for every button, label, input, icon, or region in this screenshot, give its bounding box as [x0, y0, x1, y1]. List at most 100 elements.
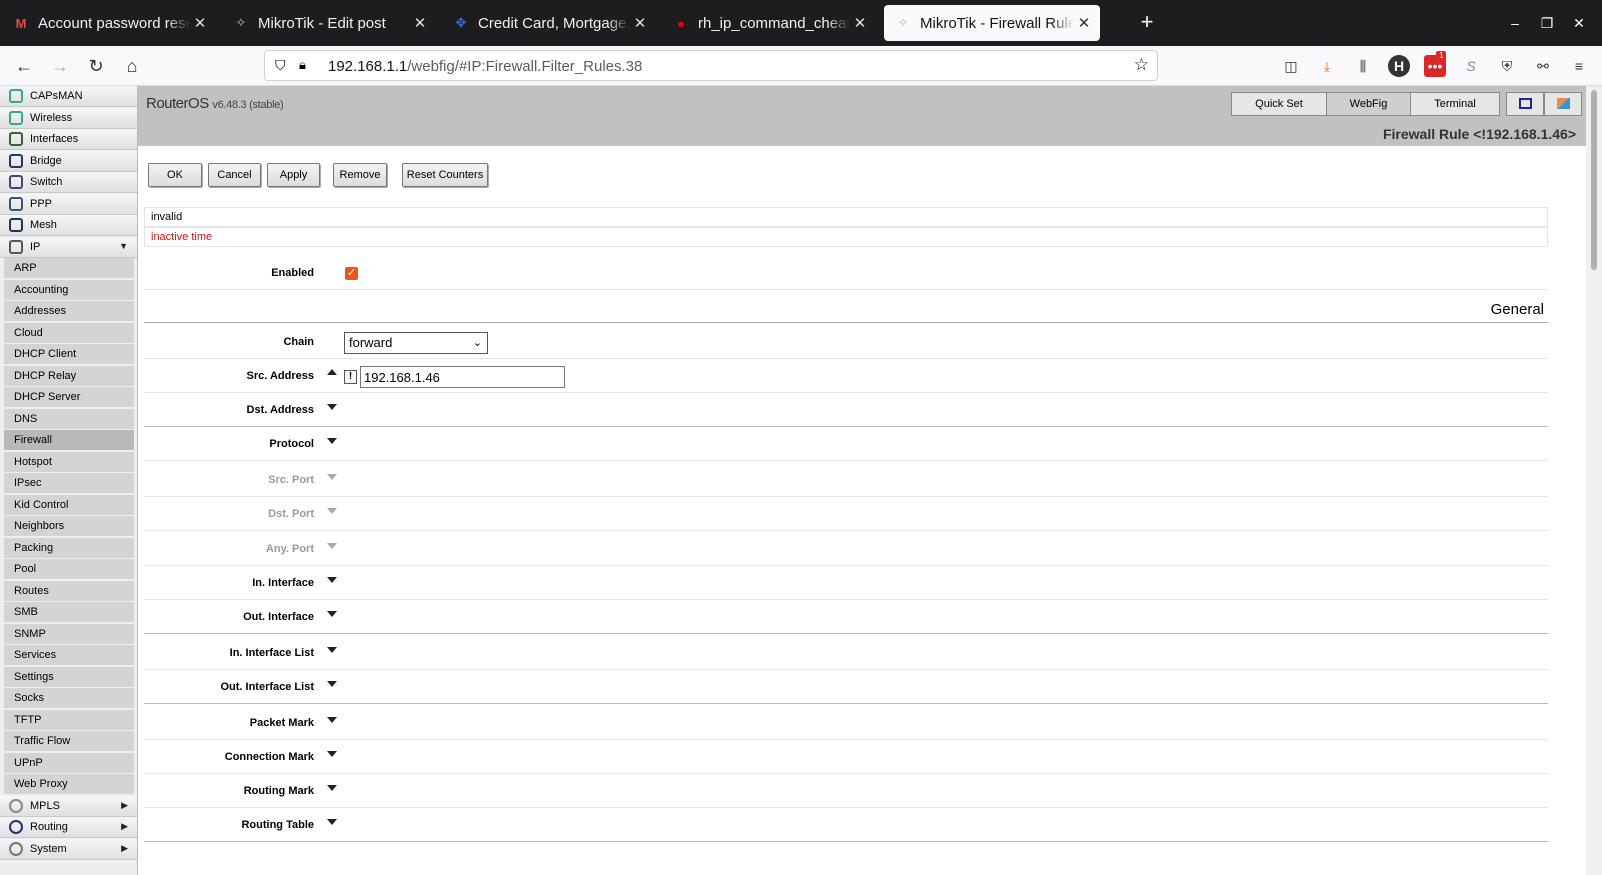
field-expand-toggle-in-interface[interactable] — [327, 577, 337, 583]
field-expand-toggle-src-port[interactable] — [327, 474, 337, 480]
sidebar-sub-item-routes[interactable]: Routes — [4, 580, 134, 602]
sidebar-item-switch[interactable]: Switch — [0, 172, 137, 193]
new-tab-button[interactable]: + — [1134, 10, 1160, 36]
webfig-button[interactable]: WebFig — [1326, 92, 1411, 116]
sidebar-sub-item-dhcp-relay[interactable]: DHCP Relay — [4, 365, 134, 387]
browser-tab[interactable]: ✧ MikroTik - Firewall Rule < ✕ — [884, 5, 1100, 41]
sidebar-sub-item-accounting[interactable]: Accounting — [4, 279, 134, 301]
sidebar-item-ip[interactable]: IP ▼ — [0, 236, 137, 258]
browser-tab[interactable]: ✧ MikroTik - Edit post ✕ — [222, 5, 436, 41]
sidebar-sub-item-cloud[interactable]: Cloud — [4, 322, 134, 344]
sync-icon[interactable]: ⚯ — [1532, 55, 1554, 77]
remove-button[interactable]: Remove — [333, 163, 387, 187]
field-expand-toggle-connection-mark[interactable] — [327, 751, 337, 757]
tab-close-icon[interactable]: ✕ — [630, 14, 650, 32]
sidebar-sub-item-packing[interactable]: Packing — [4, 537, 134, 559]
pocket-icon[interactable]: ◫ — [1280, 55, 1302, 77]
forward-icon[interactable]: → — [46, 52, 74, 80]
sidebar-item-system[interactable]: System ▶ — [0, 838, 137, 860]
sidebar-sub-item-kid-control[interactable]: Kid Control — [4, 494, 134, 516]
field-expand-toggle-dst-address[interactable] — [327, 404, 337, 410]
sidebar-sub-item-traffic-flow[interactable]: Traffic Flow — [4, 731, 134, 752]
sidebar-sub-item-firewall[interactable]: Firewall — [4, 430, 134, 451]
back-icon[interactable]: ← — [10, 52, 38, 80]
tab-close-icon[interactable]: ✕ — [190, 14, 210, 32]
gmail-icon: M — [15, 15, 27, 31]
sidebar-sub-item-pool[interactable]: Pool — [4, 559, 134, 580]
tab-close-icon[interactable]: ✕ — [1074, 14, 1094, 32]
sidebar-sub-item-dhcp-client[interactable]: DHCP Client — [4, 344, 134, 365]
sidebar-item-interfaces[interactable]: Interfaces — [0, 129, 137, 150]
field-expand-toggle-packet-mark[interactable] — [327, 717, 337, 723]
sidebar-sub-item-addresses[interactable]: Addresses — [4, 301, 134, 322]
sidebar-sub-item-tftp[interactable]: TFTP — [4, 709, 134, 731]
field-expand-toggle-any-port[interactable] — [327, 543, 337, 549]
sidebar-sub-item-smb[interactable]: SMB — [4, 602, 134, 623]
sidebar-sub-item-socks[interactable]: Socks — [4, 688, 134, 709]
home-icon[interactable]: ⌂ — [118, 52, 146, 80]
sidebar-sub-item-ipsec[interactable]: IPsec — [4, 473, 134, 494]
maximize-icon[interactable]: ❐ — [1536, 12, 1558, 34]
download-icon[interactable]: ⤓ — [1316, 55, 1338, 77]
src-address-collapse-toggle[interactable] — [327, 369, 337, 375]
src-address-negate-toggle[interactable]: ! — [344, 370, 357, 384]
sidebar-sub-item-web-proxy[interactable]: Web Proxy — [4, 774, 134, 795]
src-address-input[interactable] — [360, 366, 565, 388]
extension-s-icon[interactable]: S — [1460, 55, 1482, 77]
library-icon[interactable]: ⫼ — [1352, 55, 1374, 77]
sidebar-item-ppp[interactable]: PPP — [0, 193, 137, 215]
tab-close-icon[interactable]: ✕ — [850, 14, 870, 32]
url-bar[interactable]: ⛉ 🔒︎ 192.168.1.1/webfig/#IP:Firewall.Fil… — [264, 50, 1158, 81]
tab-close-icon[interactable]: ✕ — [410, 14, 430, 32]
cancel-button[interactable]: Cancel — [208, 163, 261, 187]
field-expand-toggle-protocol[interactable] — [327, 438, 337, 444]
minimize-icon[interactable]: – — [1504, 12, 1526, 34]
sidebar-sub-item-dns[interactable]: DNS — [4, 408, 134, 430]
field-expand-toggle-in-interface-list[interactable] — [327, 647, 337, 653]
browser-tab[interactable]: ✥ Credit Card, Mortgage, B ✕ — [442, 5, 656, 41]
sidebar-item-wireless[interactable]: Wireless — [0, 107, 137, 129]
sidebar-sub-item-upnp[interactable]: UPnP — [4, 752, 134, 774]
sidebar-item-label: IP — [30, 240, 41, 253]
sidebar-sub-item-arp[interactable]: ARP — [4, 258, 134, 279]
sidebar-item-routing[interactable]: Routing ▶ — [0, 817, 137, 838]
reset-counters-button[interactable]: Reset Counters — [402, 163, 488, 187]
field-expand-toggle-out-interface-list[interactable] — [327, 681, 337, 687]
extension-h-icon[interactable]: H — [1388, 55, 1410, 77]
page-scrollbar[interactable] — [1586, 86, 1602, 875]
close-window-icon[interactable]: ✕ — [1568, 12, 1590, 34]
quick-set-button[interactable]: Quick Set — [1231, 92, 1327, 116]
enabled-checkbox[interactable]: ✓ — [345, 267, 358, 280]
field-expand-toggle-out-interface[interactable] — [327, 611, 337, 617]
sidebar-item-mpls[interactable]: MPLS ▶ — [0, 795, 137, 817]
field-expand-toggle-routing-table[interactable] — [327, 819, 337, 825]
sidebar-sub-item-neighbors[interactable]: Neighbors — [4, 516, 134, 537]
sidebar-sub-item-services[interactable]: Services — [4, 645, 134, 666]
terminal-button[interactable]: Terminal — [1410, 92, 1500, 116]
shield-icon[interactable]: ⛉ — [275, 57, 286, 74]
browser-tab[interactable]: ● rh_ip_command_cheatsh ✕ — [662, 5, 876, 41]
sidebar-item-mesh[interactable]: Mesh — [0, 215, 137, 236]
sidebar-item-capsman[interactable]: CAPsMAN — [0, 86, 137, 107]
hamburger-menu-icon[interactable]: ≡ — [1568, 55, 1590, 77]
sidebar-sub-item-dhcp-server[interactable]: DHCP Server — [4, 387, 134, 408]
lock-icon[interactable]: 🔒︎ — [299, 57, 306, 73]
design-mode-icon[interactable] — [1506, 92, 1544, 116]
chain-select[interactable]: forward ⌄ — [344, 332, 488, 354]
reload-icon[interactable]: ↻ — [82, 52, 110, 80]
ok-button[interactable]: OK — [148, 163, 202, 187]
browser-tab[interactable]: M Account password reset - ✕ — [2, 5, 216, 41]
sidebar-item-label: Bridge — [30, 154, 62, 167]
scroll-thumb[interactable] — [1591, 90, 1597, 270]
sidebar-sub-item-snmp[interactable]: SNMP — [4, 623, 134, 645]
sidebar-item-bridge[interactable]: Bridge — [0, 150, 137, 172]
field-expand-toggle-routing-mark[interactable] — [327, 785, 337, 791]
sidebar-sub-item-settings[interactable]: Settings — [4, 666, 134, 688]
apply-button[interactable]: Apply — [267, 163, 320, 187]
field-expand-toggle-dst-port[interactable] — [327, 508, 337, 514]
sidebar-sub-item-hotspot[interactable]: Hotspot — [4, 451, 134, 473]
ip-icon — [9, 239, 23, 254]
colors-icon[interactable] — [1544, 92, 1582, 116]
privacy-badger-icon[interactable]: ⛨ — [1496, 55, 1518, 77]
bookmark-star-icon[interactable]: ☆ — [1134, 55, 1149, 75]
